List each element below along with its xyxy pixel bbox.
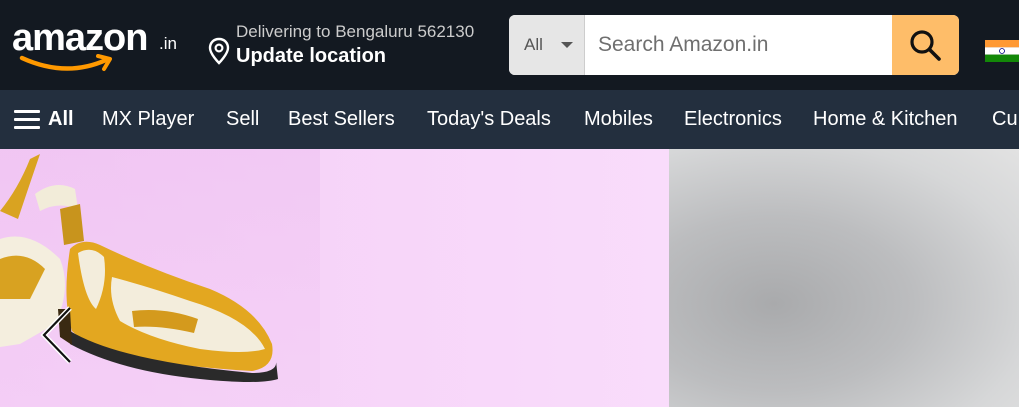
nav-item-electronics[interactable]: Electronics <box>684 90 782 149</box>
india-flag-icon[interactable] <box>985 40 1019 62</box>
logo-smile-icon <box>19 54 112 71</box>
update-location-link[interactable]: Update location <box>236 44 386 68</box>
map-pin-icon <box>208 37 230 65</box>
caret-down-icon <box>561 42 573 48</box>
magnifier-icon <box>910 30 941 61</box>
delivery-location[interactable]: Delivering to Bengaluru 562130 Update lo… <box>207 22 497 72</box>
shoe-product-image <box>0 154 278 382</box>
nav-item-customer-service[interactable]: Cu <box>992 90 1018 149</box>
nav-item-mobiles[interactable]: Mobiles <box>584 90 653 149</box>
nav-item-mx-player[interactable]: MX Player <box>102 90 194 149</box>
hero-banner-next-slide[interactable] <box>669 149 1019 407</box>
search-input[interactable] <box>585 15 891 75</box>
amazon-logo[interactable]: amazon .in <box>12 18 187 78</box>
search-bar: All <box>509 15 959 75</box>
chevron-left-icon[interactable] <box>36 304 76 366</box>
nav-bar: All MX Player Sell Best Sellers Today's … <box>0 90 1019 149</box>
hero-banner-shoes[interactable] <box>0 149 669 407</box>
all-menu-label: All <box>48 108 74 130</box>
nav-item-best-sellers[interactable]: Best Sellers <box>288 90 395 149</box>
nav-item-todays-deals[interactable]: Today's Deals <box>427 90 551 149</box>
nav-item-sell[interactable]: Sell <box>226 90 259 149</box>
search-category-label: All <box>524 35 543 54</box>
hero-carousel[interactable] <box>0 149 1019 407</box>
hamburger-icon <box>14 110 40 130</box>
nav-item-home-kitchen[interactable]: Home & Kitchen <box>813 90 958 149</box>
search-button[interactable] <box>892 15 959 75</box>
logo-suffix: .in <box>159 34 177 53</box>
search-category-dropdown[interactable]: All <box>509 15 585 75</box>
top-header: amazon .in Delivering to Bengaluru 56213… <box>0 0 1019 90</box>
delivery-address: Delivering to Bengaluru 562130 <box>236 22 475 41</box>
